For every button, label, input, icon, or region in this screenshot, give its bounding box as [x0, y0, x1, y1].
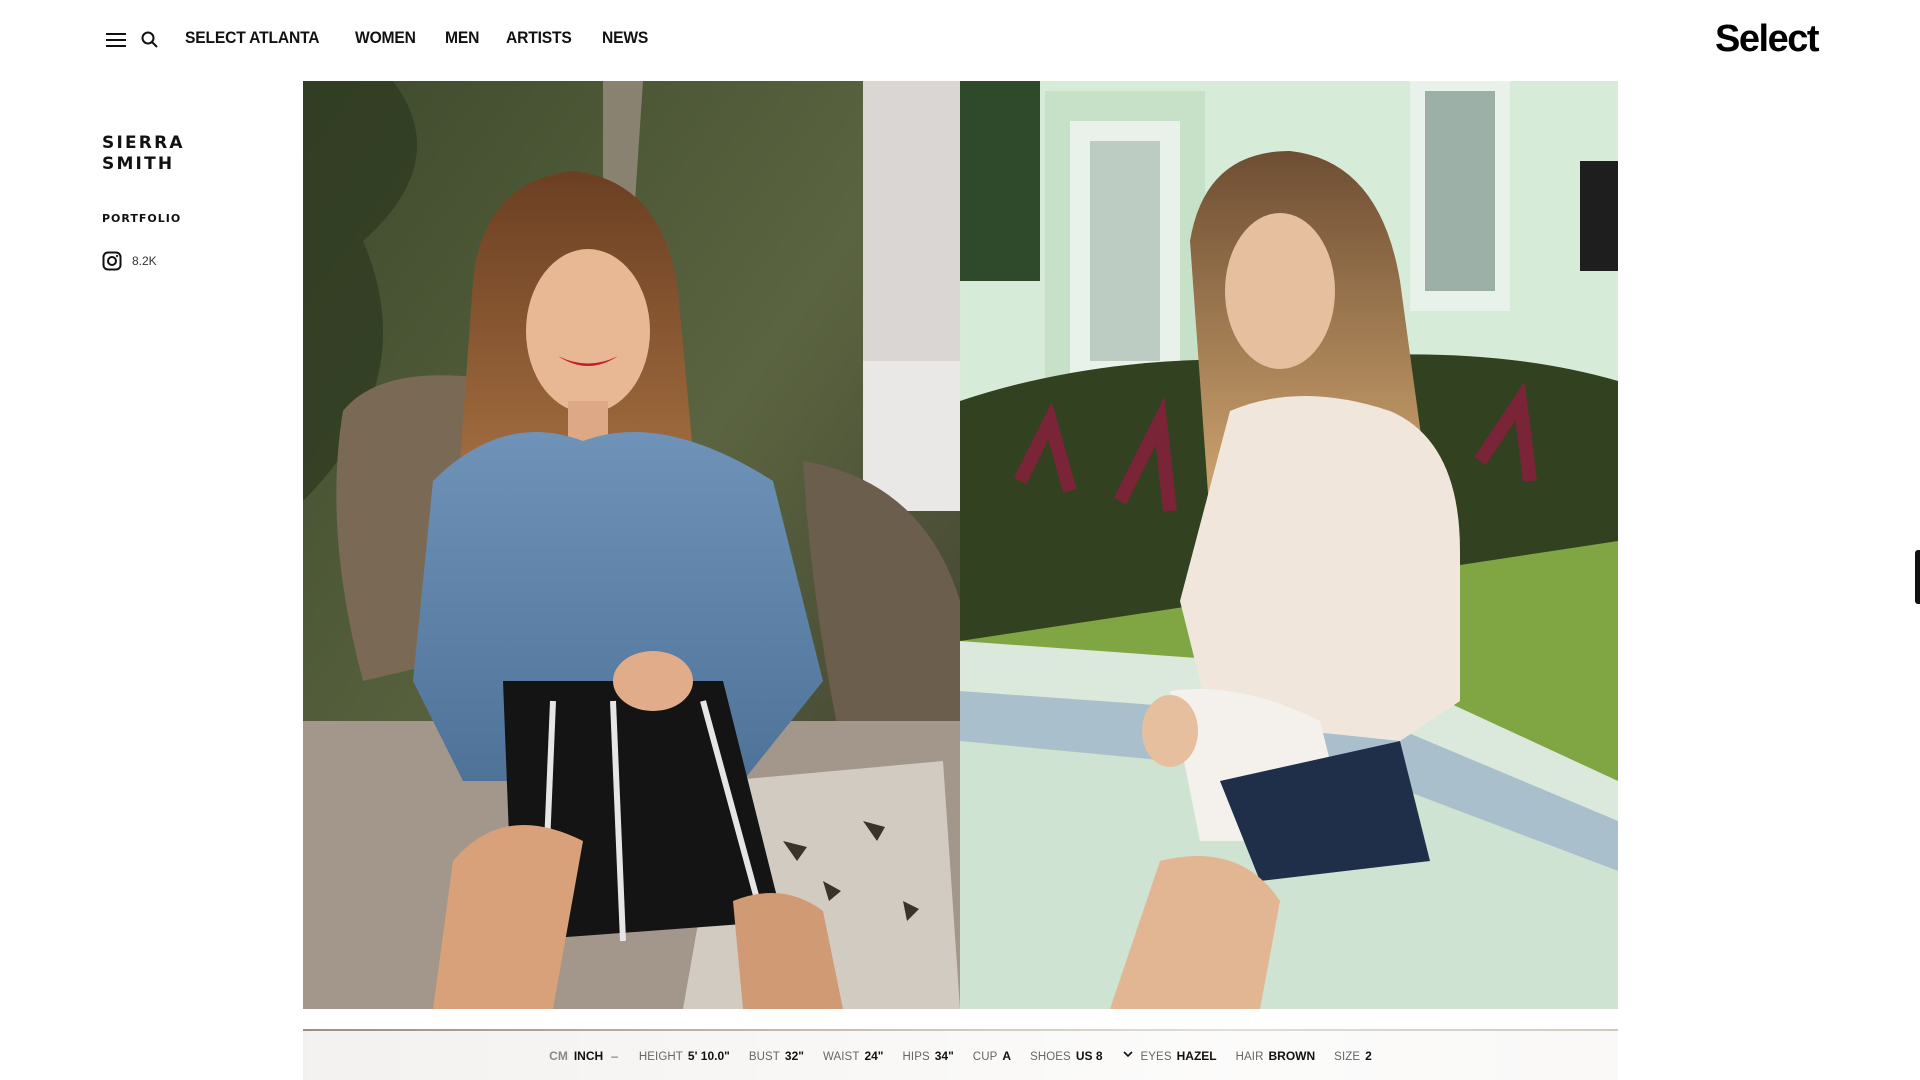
stat-label: SIZE: [1334, 1050, 1361, 1063]
stat-value: 2: [1365, 1048, 1372, 1063]
instagram-icon: [102, 251, 122, 271]
stat-value: US 8: [1075, 1048, 1103, 1063]
scroll-indicator[interactable]: [1915, 550, 1920, 604]
stat-label: SHOES: [1030, 1050, 1071, 1063]
unit-toggle: CM INCH –: [549, 1049, 620, 1063]
site-header: SELECT ATLANTA WOMEN MEN ARTISTS NEWS Se…: [0, 0, 1920, 81]
model-name: SIERRA SMITH: [102, 133, 282, 175]
stat-height: HEIGHT 5' 10.0": [639, 1049, 730, 1063]
stat-waist: WAIST 24": [823, 1049, 884, 1063]
stat-label: CUP: [972, 1050, 998, 1063]
model-last-name: SMITH: [102, 154, 175, 174]
model-sidebar: SIERRA SMITH PORTFOLIO 8.2K: [102, 133, 282, 271]
stat-label: BUST: [748, 1050, 780, 1063]
stat-value: 24": [864, 1048, 884, 1063]
stat-value: A: [1002, 1048, 1012, 1063]
stat-hips: HIPS 34": [903, 1049, 954, 1063]
stat-label: HAIR: [1235, 1050, 1264, 1063]
stat-label: HEIGHT: [638, 1050, 683, 1063]
stat-hair: HAIR BROWN: [1236, 1049, 1316, 1063]
nav-news[interactable]: NEWS: [602, 28, 648, 48]
stat-label: EYES: [1140, 1050, 1172, 1063]
portfolio-photo-left[interactable]: [303, 81, 960, 1009]
measurements-bar: CM INCH – HEIGHT 5' 10.0" BUST 32" WAIST…: [303, 1031, 1618, 1080]
nav-artists[interactable]: ARTISTS: [506, 28, 572, 48]
stat-bust: BUST 32": [749, 1049, 804, 1063]
unit-inch-toggle[interactable]: INCH: [574, 1049, 603, 1063]
unit-cm-toggle[interactable]: CM: [549, 1049, 568, 1063]
stat-value: 5' 10.0": [687, 1048, 730, 1063]
instagram-follower-count: 8.2K: [132, 254, 157, 268]
stat-value: 32": [784, 1048, 804, 1063]
hamburger-icon[interactable]: [106, 31, 126, 49]
unit-separator: –: [611, 1048, 618, 1063]
stat-value: HAZEL: [1176, 1048, 1217, 1063]
nav-men[interactable]: MEN: [445, 28, 479, 48]
stat-value: BROWN: [1268, 1048, 1316, 1063]
search-icon[interactable]: [140, 30, 160, 50]
chevron-down-icon[interactable]: [1122, 1048, 1134, 1063]
stat-label: HIPS: [902, 1050, 930, 1063]
stat-value: 34": [934, 1048, 954, 1063]
stat-shoes: SHOES US 8: [1030, 1049, 1102, 1063]
stat-label: WAIST: [822, 1050, 860, 1063]
stat-eyes: EYES HAZEL: [1141, 1049, 1217, 1063]
nav-select-atlanta[interactable]: SELECT ATLANTA: [185, 28, 320, 48]
main-nav: SELECT ATLANTA WOMEN MEN ARTISTS NEWS: [185, 28, 652, 48]
portfolio-photo-right[interactable]: [960, 81, 1618, 1009]
stat-size: SIZE 2: [1334, 1049, 1372, 1063]
site-logo[interactable]: Select: [1715, 18, 1819, 61]
model-first-name: SIERRA: [102, 133, 185, 153]
portfolio-link[interactable]: PORTFOLIO: [102, 212, 282, 225]
stat-cup: CUP A: [973, 1049, 1011, 1063]
nav-women[interactable]: WOMEN: [355, 28, 416, 48]
instagram-link[interactable]: 8.2K: [102, 251, 282, 271]
